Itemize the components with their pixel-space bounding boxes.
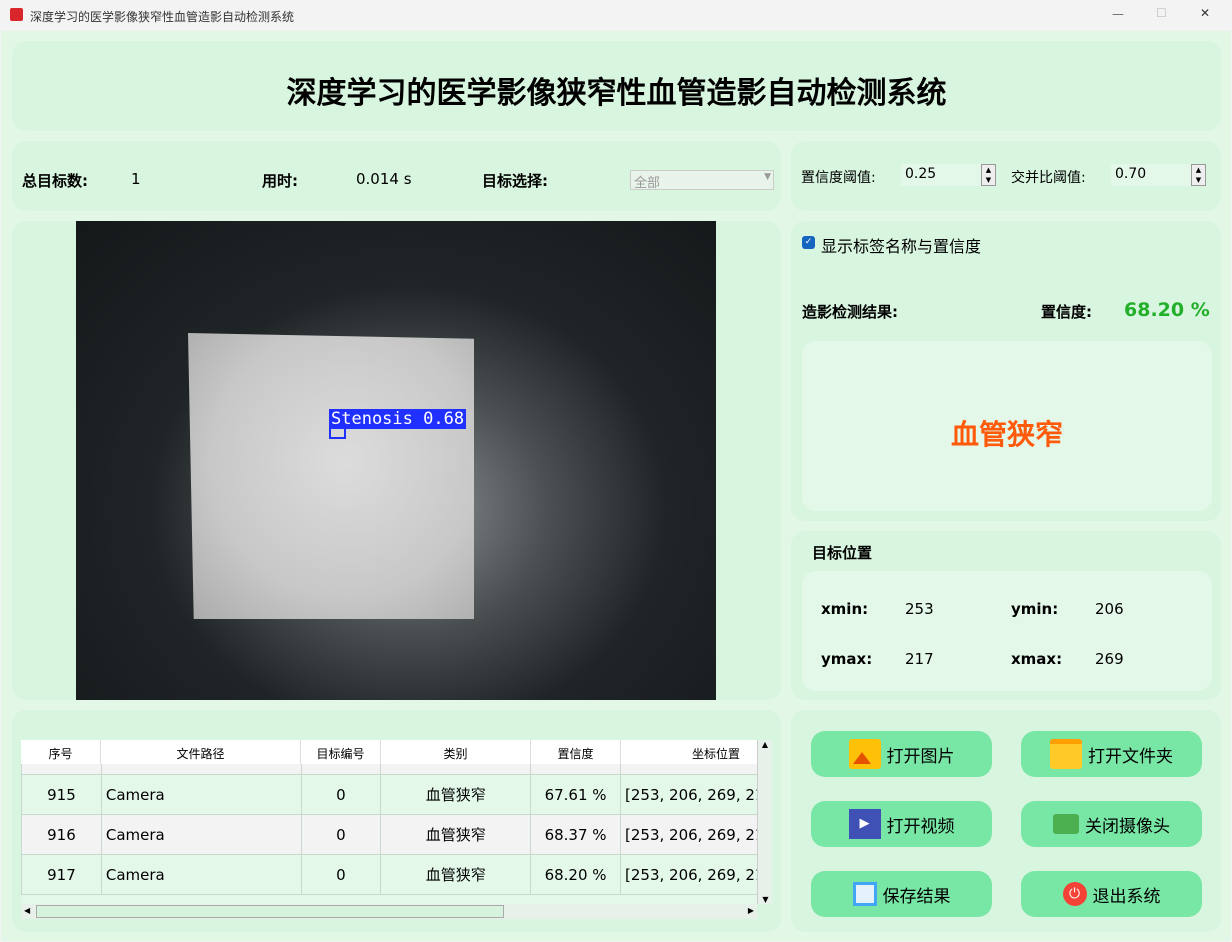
minimize-button[interactable]: — bbox=[1112, 7, 1124, 21]
cell-index: 916 bbox=[21, 814, 102, 855]
conf-threshold-input[interactable]: 0.25 bbox=[901, 164, 981, 186]
cell-path: Camera bbox=[100, 814, 302, 855]
header-panel: 深度学习的医学影像狭窄性血管造影自动检测系统 bbox=[12, 41, 1221, 131]
open-folder-button[interactable]: 打开文件夹 bbox=[1021, 731, 1202, 777]
position-panel: 目标位置 xmin: 253 ymin: 206 ymax: 217 xmax:… bbox=[791, 531, 1221, 700]
ymin-label: ymin: bbox=[1011, 600, 1059, 618]
target-select[interactable]: 全部 ▼ bbox=[630, 170, 774, 191]
table-row[interactable]: 917Camera0血管狭窄68.20 %[253, 206, 269, 217… bbox=[21, 854, 757, 895]
time-label: 用时: bbox=[262, 172, 298, 190]
iou-threshold-stepper[interactable]: ▲ ▼ bbox=[1191, 164, 1206, 186]
page-title: 深度学习的医学影像狭窄性血管造影自动检测系统 bbox=[286, 76, 947, 111]
buttons-panel: 打开图片 打开文件夹 ▶ 打开视频 关闭摄像头 保存结果 ⏻ 退出系统 bbox=[791, 710, 1221, 932]
cell-target-id: 0 bbox=[300, 774, 382, 815]
header-confidence[interactable]: 置信度 bbox=[531, 740, 621, 764]
power-icon: ⏻ bbox=[1062, 882, 1087, 906]
cell-class: 血管狭窄 bbox=[380, 774, 532, 815]
cell-path: Camera bbox=[100, 774, 302, 815]
ymax-value: 217 bbox=[905, 650, 934, 668]
table-header: 序号 文件路径 目标编号 类别 置信度 坐标位置 bbox=[21, 740, 757, 764]
xmin-label: xmin: bbox=[821, 600, 869, 618]
header-target-id[interactable]: 目标编号 bbox=[301, 740, 381, 764]
conf-threshold-stepper[interactable]: ▲ ▼ bbox=[981, 164, 996, 186]
result-class-box: 血管狭窄 bbox=[802, 341, 1212, 511]
result-class: 血管狭窄 bbox=[950, 418, 1063, 451]
ymax-label: ymax: bbox=[821, 650, 873, 668]
show-labels-label[interactable]: 显示标签名称与置信度 bbox=[821, 233, 981, 257]
main-area: 深度学习的医学影像狭窄性血管造影自动检测系统 总目标数: 1 用时: 0.014… bbox=[1, 31, 1231, 941]
cell-target-id: 0 bbox=[300, 854, 382, 895]
position-box: xmin: 253 ymin: 206 ymax: 217 xmax: 269 bbox=[802, 571, 1212, 691]
cell-index: 915 bbox=[21, 774, 102, 815]
cell-class: 血管狭窄 bbox=[380, 814, 532, 855]
detection-image: Stenosis 0.68 bbox=[76, 221, 716, 700]
image-icon bbox=[848, 739, 881, 769]
horizontal-scroll-thumb[interactable] bbox=[36, 905, 504, 918]
cell-class: 血管狭窄 bbox=[380, 854, 532, 895]
window-title: 深度学习的医学影像狭窄性血管造影自动检测系统 bbox=[30, 10, 295, 24]
save-results-button[interactable]: 保存结果 bbox=[811, 871, 992, 917]
xmin-value: 253 bbox=[905, 600, 934, 618]
table-panel: 914Camera0血管狭窄67.75 %[254, 206, 269, 217… bbox=[12, 710, 781, 932]
title-bar: 深度学习的医学影像狭窄性血管造影自动检测系统 — ☐ ✕ bbox=[0, 0, 1232, 31]
ymin-value: 206 bbox=[1095, 600, 1124, 618]
open-video-button[interactable]: ▶ 打开视频 bbox=[811, 801, 992, 847]
cell-confidence: 68.20 % bbox=[530, 854, 622, 895]
save-icon bbox=[852, 882, 877, 906]
camera-icon bbox=[1053, 814, 1079, 834]
cell-confidence: 68.37 % bbox=[530, 814, 622, 855]
xmax-value: 269 bbox=[1095, 650, 1124, 668]
exit-button[interactable]: ⏻ 退出系统 bbox=[1021, 871, 1202, 917]
header-coords[interactable]: 坐标位置 bbox=[621, 740, 757, 764]
angiogram bbox=[188, 333, 474, 619]
xmax-label: xmax: bbox=[1011, 650, 1063, 668]
position-title: 目标位置 bbox=[812, 544, 873, 562]
cell-coords: [253, 206, 269, 217] bbox=[620, 774, 757, 815]
cell-confidence: 67.61 % bbox=[530, 774, 622, 815]
threshold-panel: 置信度阈值: 0.25 ▲ ▼ 交并比阈值: 0.70 ▲ ▼ bbox=[791, 141, 1221, 211]
cell-index: 917 bbox=[21, 854, 102, 895]
close-button[interactable]: ✕ bbox=[1200, 6, 1210, 20]
open-image-button[interactable]: 打开图片 bbox=[811, 731, 992, 777]
cell-coords: [253, 206, 269, 217] bbox=[620, 814, 757, 855]
cell-coords: [253, 206, 269, 217] bbox=[620, 854, 757, 895]
target-select-value: 全部 bbox=[634, 176, 661, 191]
confidence-label: 置信度: bbox=[1041, 303, 1092, 321]
time-value: 0.014 s bbox=[356, 170, 412, 188]
header-index[interactable]: 序号 bbox=[21, 740, 101, 764]
table-row[interactable]: 916Camera0血管狭窄68.37 %[253, 206, 269, 217… bbox=[21, 814, 757, 855]
stats-panel: 总目标数: 1 用时: 0.014 s 目标选择: 全部 ▼ bbox=[12, 141, 781, 211]
conf-threshold-label: 置信度阈值: bbox=[801, 170, 876, 186]
maximize-button[interactable]: ☐ bbox=[1156, 6, 1167, 20]
total-label: 总目标数: bbox=[22, 172, 88, 190]
result-panel: ✓ 显示标签名称与置信度 造影检测结果: 置信度: 68.20 % 血管狭窄 bbox=[791, 221, 1221, 521]
folder-icon bbox=[1050, 739, 1082, 769]
video-icon: ▶ bbox=[848, 809, 881, 839]
result-label: 造影检测结果: bbox=[802, 303, 898, 321]
header-path[interactable]: 文件路径 bbox=[101, 740, 301, 764]
table-row[interactable]: 915Camera0血管狭窄67.61 %[253, 206, 269, 217… bbox=[21, 774, 757, 815]
detection-label: Stenosis 0.68 bbox=[329, 409, 467, 429]
iou-threshold-label: 交并比阈值: bbox=[1011, 170, 1086, 186]
results-table: 914Camera0血管狭窄67.75 %[254, 206, 269, 217… bbox=[21, 740, 757, 904]
target-select-label: 目标选择: bbox=[482, 172, 548, 190]
close-camera-button[interactable]: 关闭摄像头 bbox=[1021, 801, 1202, 847]
iou-threshold-input[interactable]: 0.70 bbox=[1111, 164, 1191, 186]
app-icon bbox=[10, 8, 23, 21]
confidence-value: 68.20 % bbox=[1124, 299, 1210, 321]
chevron-down-icon: ▼ bbox=[764, 172, 771, 182]
total-value: 1 bbox=[131, 170, 141, 188]
image-panel: Stenosis 0.68 bbox=[12, 221, 781, 700]
horizontal-scrollbar[interactable]: ◀ ▶ bbox=[21, 904, 757, 919]
header-class[interactable]: 类别 bbox=[381, 740, 531, 764]
vertical-scrollbar[interactable]: ▲ ▼ bbox=[757, 740, 772, 904]
show-labels-checkbox[interactable]: ✓ bbox=[802, 236, 815, 249]
cell-target-id: 0 bbox=[300, 814, 382, 855]
cell-path: Camera bbox=[100, 854, 302, 895]
